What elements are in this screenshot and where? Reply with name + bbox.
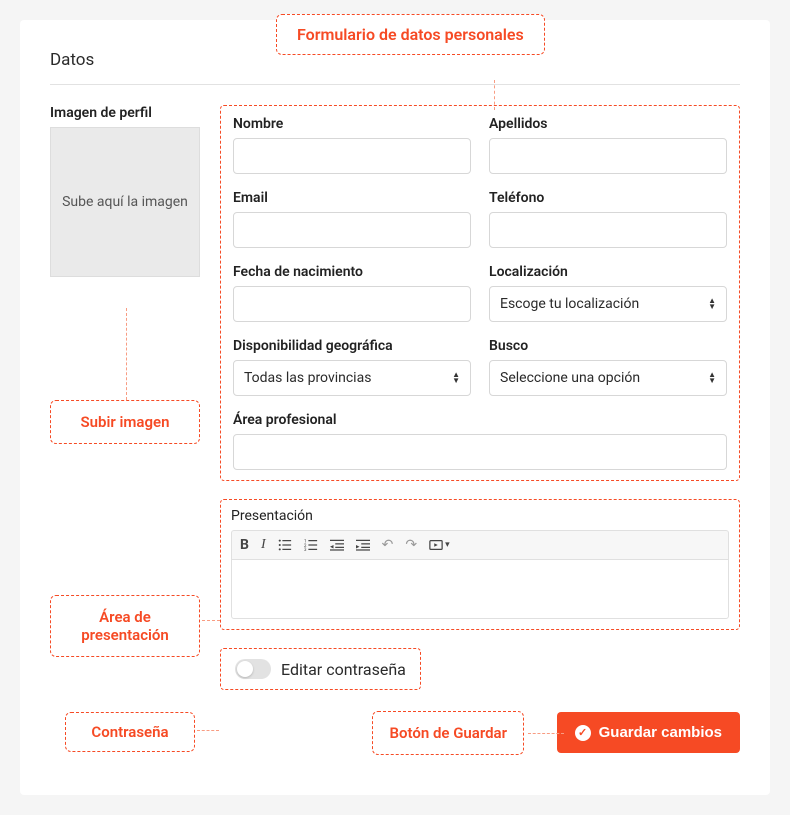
profile-form-card: Formulario de datos personales Datos Ima… <box>20 20 770 795</box>
telefono-label: Teléfono <box>489 190 727 206</box>
apellidos-input[interactable] <box>489 138 727 174</box>
disponibilidad-selected: Todas las provincias <box>244 370 371 386</box>
callout-presentation: Área de presentación <box>50 595 200 657</box>
select-caret-icon: ▲▼ <box>452 372 460 384</box>
password-section: Editar contraseña <box>220 648 421 690</box>
edit-password-toggle[interactable] <box>235 659 271 679</box>
outdent-icon[interactable] <box>330 538 344 552</box>
presentation-editor[interactable] <box>231 559 729 619</box>
redo-icon[interactable]: ↷ <box>405 537 417 553</box>
telefono-input[interactable] <box>489 212 727 248</box>
busco-label: Busco <box>489 338 727 354</box>
check-circle-icon: ✓ <box>575 725 591 741</box>
presentation-label: Presentación <box>231 508 729 524</box>
indent-icon[interactable] <box>356 538 370 552</box>
callout-password: Contraseña <box>65 712 195 752</box>
localizacion-label: Localización <box>489 264 727 280</box>
localizacion-selected: Escoge tu localización <box>500 296 639 312</box>
area-profesional-label: Área profesional <box>233 412 727 428</box>
callout-save: Botón de Guardar <box>372 711 524 755</box>
connector-line <box>528 733 564 734</box>
presentation-section: Presentación B I 123 ↶ <box>220 499 740 630</box>
disponibilidad-label: Disponibilidad geográfica <box>233 338 471 354</box>
profile-image-label: Imagen de perfil <box>50 105 200 121</box>
chevron-down-icon: ▾ <box>445 540 450 550</box>
svg-text:3: 3 <box>304 548 307 552</box>
bold-icon[interactable]: B <box>240 537 249 553</box>
busco-selected: Seleccione una opción <box>500 370 640 386</box>
header: Datos <box>50 50 740 85</box>
bullet-list-icon[interactable] <box>278 538 292 552</box>
media-icon[interactable]: ▾ <box>429 538 450 552</box>
fecha-nacimiento-label: Fecha de nacimiento <box>233 264 471 280</box>
area-profesional-input[interactable] <box>233 434 727 470</box>
profile-image-dropzone[interactable]: Sube aquí la imagen <box>50 127 200 277</box>
profile-image-drop-text: Sube aquí la imagen <box>62 194 188 210</box>
callout-form: Formulario de datos personales <box>276 14 545 55</box>
email-input[interactable] <box>233 212 471 248</box>
nombre-label: Nombre <box>233 116 471 132</box>
fecha-nacimiento-input[interactable] <box>233 286 471 322</box>
email-label: Email <box>233 190 471 206</box>
edit-password-label: Editar contraseña <box>281 660 406 679</box>
connector-line <box>126 308 127 400</box>
callout-upload: Subir imagen <box>50 400 200 444</box>
numbered-list-icon[interactable]: 123 <box>304 538 318 552</box>
save-button[interactable]: ✓ Guardar cambios <box>557 712 740 753</box>
personal-data-form: Nombre Apellidos Email Teléfono <box>220 105 740 481</box>
page-title: Datos <box>50 50 94 70</box>
connector-line <box>197 730 219 731</box>
localizacion-select[interactable]: Escoge tu localización ▲▼ <box>489 286 727 322</box>
select-caret-icon: ▲▼ <box>708 372 716 384</box>
apellidos-label: Apellidos <box>489 116 727 132</box>
italic-icon[interactable]: I <box>261 537 266 553</box>
nombre-input[interactable] <box>233 138 471 174</box>
select-caret-icon: ▲▼ <box>708 298 716 310</box>
busco-select[interactable]: Seleccione una opción ▲▼ <box>489 360 727 396</box>
undo-icon[interactable]: ↶ <box>382 537 394 553</box>
disponibilidad-select[interactable]: Todas las provincias ▲▼ <box>233 360 471 396</box>
connector-line <box>202 620 220 621</box>
editor-toolbar: B I 123 ↶ ↷ <box>231 530 729 559</box>
save-button-label: Guardar cambios <box>599 724 722 741</box>
